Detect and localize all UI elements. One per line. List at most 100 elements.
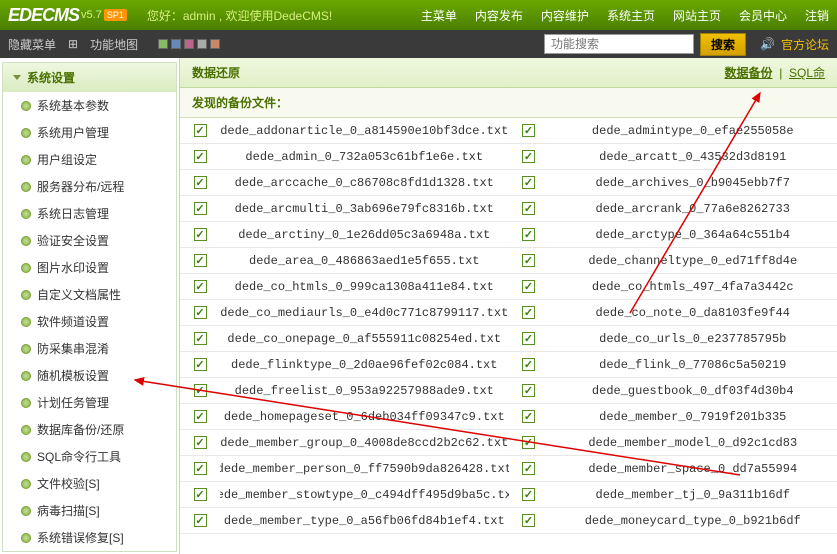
file-checkbox[interactable]	[522, 462, 535, 475]
sidebar-item[interactable]: 验证安全设置	[3, 227, 176, 254]
file-checkbox[interactable]	[522, 488, 535, 501]
sidebar-item[interactable]: 病毒扫描[S]	[3, 497, 176, 524]
file-checkbox[interactable]	[194, 514, 207, 527]
file-checkbox[interactable]	[194, 150, 207, 163]
file-checkbox[interactable]	[194, 280, 207, 293]
file-checkbox[interactable]	[522, 384, 535, 397]
table-row: dede_arccache_0_c86708c8fd1d1328.txtdede…	[180, 170, 837, 196]
file-checkbox[interactable]	[194, 488, 207, 501]
file-checkbox[interactable]	[522, 202, 535, 215]
theme-dot[interactable]	[171, 39, 181, 49]
file-checkbox[interactable]	[522, 150, 535, 163]
file-checkbox[interactable]	[194, 462, 207, 475]
subtitle: 发现的备份文件：	[180, 88, 837, 118]
backup-link[interactable]: 数据备份	[725, 66, 773, 80]
bullet-icon	[21, 344, 31, 354]
sidebar-item[interactable]: 自定义文档属性	[3, 281, 176, 308]
file-name: dede_homepageset_0_6deb034ff09347c9.txt	[220, 404, 509, 429]
file-checkbox[interactable]	[522, 228, 535, 241]
file-name: dede_freelist_0_953a92257988ade9.txt	[220, 378, 509, 403]
forum-link[interactable]: 官方论坛	[781, 36, 829, 53]
file-name: dede_admintype_0_efae255058e	[549, 118, 837, 143]
file-checkbox[interactable]	[194, 306, 207, 319]
search-input[interactable]	[544, 34, 694, 54]
theme-dot[interactable]	[184, 39, 194, 49]
sidebar-item[interactable]: 用户组设定	[3, 146, 176, 173]
theme-dot[interactable]	[158, 39, 168, 49]
bullet-icon	[21, 155, 31, 165]
topnav-item[interactable]: 网站主页	[673, 7, 721, 24]
sidebar-item[interactable]: 软件频道设置	[3, 308, 176, 335]
file-checkbox[interactable]	[194, 124, 207, 137]
file-checkbox[interactable]	[522, 332, 535, 345]
file-checkbox[interactable]	[194, 358, 207, 371]
sidebar-item[interactable]: SQL命令行工具	[3, 443, 176, 470]
bullet-icon	[21, 182, 31, 192]
file-checkbox[interactable]	[194, 410, 207, 423]
theme-dot[interactable]	[197, 39, 207, 49]
file-checkbox[interactable]	[194, 436, 207, 449]
table-row: dede_member_person_0_ff7590b9da826428.tx…	[180, 456, 837, 482]
topnav-item[interactable]: 内容发布	[475, 7, 523, 24]
file-checkbox[interactable]	[522, 254, 535, 267]
file-checkbox[interactable]	[522, 280, 535, 293]
file-checkbox[interactable]	[522, 410, 535, 423]
theme-dot[interactable]	[210, 39, 220, 49]
bullet-icon	[21, 101, 31, 111]
sidebar-group-system[interactable]: 系统设置	[3, 63, 176, 92]
topnav-item[interactable]: 内容维护	[541, 7, 589, 24]
file-name: dede_area_0_486863aed1e5f655.txt	[220, 248, 509, 273]
hide-menu-link[interactable]: 隐藏菜单	[8, 36, 56, 53]
sidebar-item[interactable]: 防采集串混淆	[3, 335, 176, 362]
sidebar-item[interactable]: 系统基本参数	[3, 92, 176, 119]
file-name: dede_channeltype_0_ed71ff8d4e	[549, 248, 837, 273]
file-checkbox[interactable]	[522, 358, 535, 371]
topnav-item[interactable]: 主菜单	[421, 7, 457, 24]
file-name: dede_admin_0_732a053c61bf1e6e.txt	[220, 144, 509, 169]
bullet-icon	[21, 263, 31, 273]
theme-dots	[158, 39, 220, 49]
file-name: dede_co_onepage_0_af555911c08254ed.txt	[220, 326, 509, 351]
file-checkbox[interactable]	[522, 514, 535, 527]
file-name: dede_co_urls_0_e237785795b	[549, 326, 837, 351]
sidebar-item[interactable]: 图片水印设置	[3, 254, 176, 281]
sidebar-item[interactable]: 计划任务管理	[3, 389, 176, 416]
file-name: dede_member_0_7919f201b335	[549, 404, 837, 429]
function-map-link[interactable]: 功能地图	[90, 36, 138, 53]
file-name: dede_member_person_0_ff7590b9da826428.tx…	[220, 456, 509, 481]
table-row: dede_co_mediaurls_0_e4d0c771c8799117.txt…	[180, 300, 837, 326]
file-checkbox[interactable]	[522, 436, 535, 449]
table-row: dede_co_htmls_0_999ca1308a411e84.txtdede…	[180, 274, 837, 300]
table-row: dede_co_onepage_0_af555911c08254ed.txt de…	[180, 326, 837, 352]
file-checkbox[interactable]	[522, 124, 535, 137]
file-checkbox[interactable]	[194, 332, 207, 345]
sidebar-item[interactable]: 系统日志管理	[3, 200, 176, 227]
table-row: dede_admin_0_732a053c61bf1e6e.txtdede_ar…	[180, 144, 837, 170]
speaker-icon: 🔊	[760, 37, 775, 51]
sidebar-item[interactable]: 系统错误修复[S]	[3, 524, 176, 551]
bullet-icon	[21, 533, 31, 543]
topnav-item[interactable]: 注销	[805, 7, 829, 24]
sidebar-item[interactable]: 文件校验[S]	[3, 470, 176, 497]
bullet-icon	[21, 479, 31, 489]
welcome-text: 您好：admin , 欢迎使用DedeCMS!	[147, 7, 332, 24]
sidebar-item[interactable]: 随机模板设置	[3, 362, 176, 389]
topnav-item[interactable]: 系统主页	[607, 7, 655, 24]
file-checkbox[interactable]	[194, 384, 207, 397]
page-title: 数据还原	[192, 64, 240, 81]
file-checkbox[interactable]	[194, 176, 207, 189]
topnav-item[interactable]: 会员中心	[739, 7, 787, 24]
sidebar-item[interactable]: 服务器分布/远程	[3, 173, 176, 200]
file-name: dede_co_htmls_497_4fa7a3442c	[549, 274, 837, 299]
sidebar-item[interactable]: 系统用户管理	[3, 119, 176, 146]
file-checkbox[interactable]	[194, 228, 207, 241]
file-checkbox[interactable]	[522, 306, 535, 319]
bullet-icon	[21, 317, 31, 327]
sql-link[interactable]: SQL命	[789, 66, 825, 80]
file-checkbox[interactable]	[522, 176, 535, 189]
sidebar-item[interactable]: 数据库备份/还原	[3, 416, 176, 443]
search-button[interactable]: 搜索	[700, 33, 746, 56]
file-checkbox[interactable]	[194, 202, 207, 215]
file-checkbox[interactable]	[194, 254, 207, 267]
bullet-icon	[21, 452, 31, 462]
